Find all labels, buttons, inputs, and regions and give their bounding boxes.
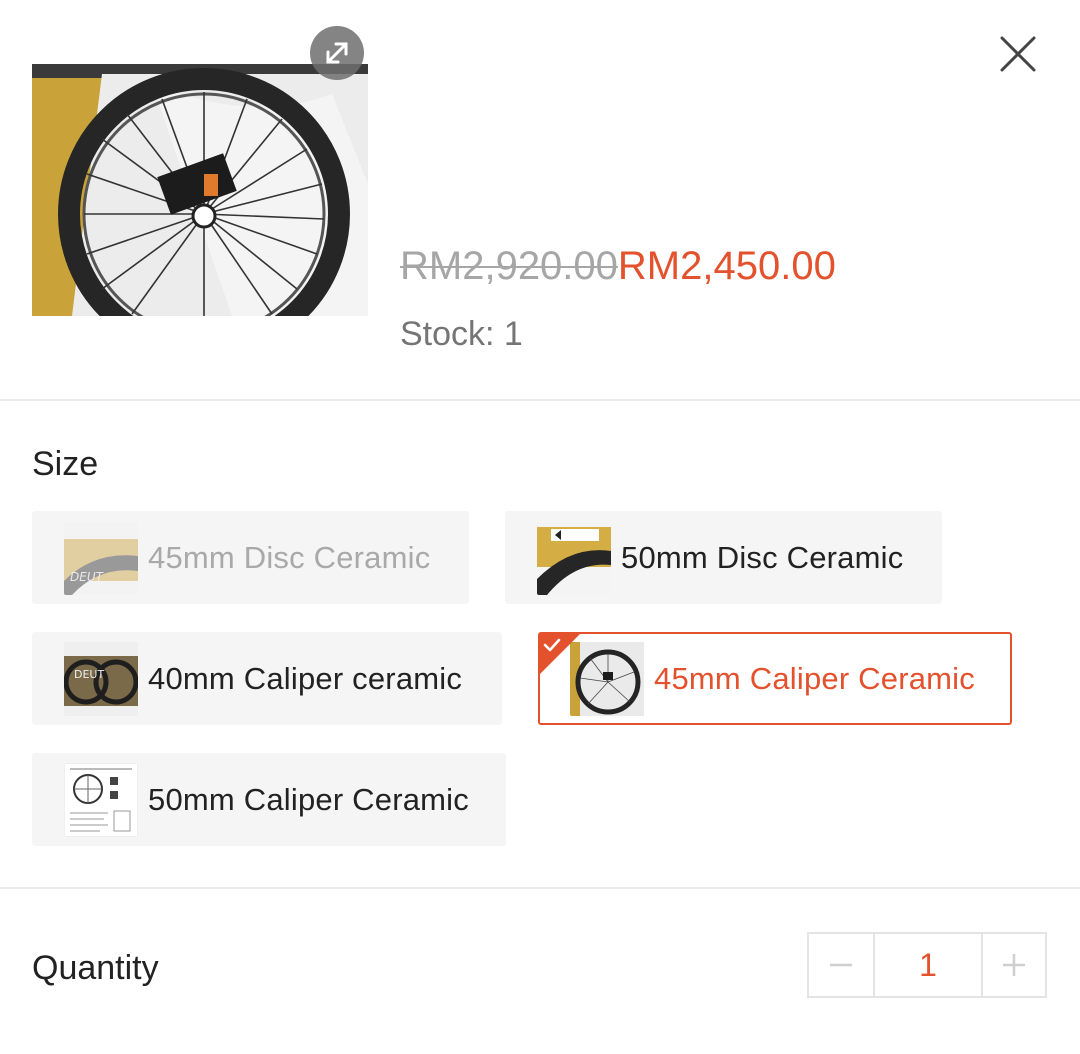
divider xyxy=(0,887,1080,889)
quantity-stepper: 1 xyxy=(807,932,1047,998)
close-icon xyxy=(1000,36,1036,72)
original-price: RM2,920.00 xyxy=(400,244,618,288)
option-label: 40mm Caliper ceramic xyxy=(148,660,463,696)
product-image[interactable] xyxy=(32,64,368,316)
price-row: RM2,920.00RM2,450.00 xyxy=(400,240,836,292)
close-button[interactable] xyxy=(994,30,1042,78)
quantity-title: Quantity xyxy=(32,949,159,987)
svg-text:DEUT: DEUT xyxy=(74,668,104,681)
expand-button[interactable] xyxy=(310,26,364,80)
option-label: 45mm Disc Ceramic xyxy=(148,539,431,575)
sale-price: RM2,450.00 xyxy=(617,244,836,288)
option-thumbnail xyxy=(64,762,138,837)
size-option-50mm-disc-ceramic[interactable]: 50mm Disc Ceramic xyxy=(505,511,942,604)
quantity-decrease-button[interactable] xyxy=(809,934,875,996)
quantity-input[interactable]: 1 xyxy=(875,934,983,996)
option-label: 45mm Caliper Ceramic xyxy=(654,660,975,696)
size-option-45mm-disc-ceramic[interactable]: DEUT 45mm Disc Ceramic xyxy=(32,511,469,604)
size-option-50mm-caliper-ceramic[interactable]: 50mm Caliper Ceramic xyxy=(32,753,506,846)
option-thumbnail xyxy=(537,520,611,595)
wheel-photo xyxy=(32,64,368,316)
plus-icon xyxy=(1003,954,1025,976)
minus-icon xyxy=(830,963,852,967)
option-label: 50mm Disc Ceramic xyxy=(621,539,904,575)
stock-count: Stock: 1 xyxy=(400,315,523,353)
size-section-title: Size xyxy=(32,445,99,483)
size-option-40mm-caliper-ceramic[interactable]: DEUT 40mm Caliper ceramic xyxy=(32,632,502,725)
expand-icon xyxy=(326,42,348,64)
checkmark-icon xyxy=(543,638,561,652)
svg-text:DEUT: DEUT xyxy=(70,570,105,584)
option-label: 50mm Caliper Ceramic xyxy=(148,781,469,817)
quantity-increase-button[interactable] xyxy=(983,934,1045,996)
option-thumbnail xyxy=(570,641,644,716)
option-thumbnail: DEUT xyxy=(64,641,138,716)
option-thumbnail: DEUT xyxy=(64,520,138,595)
size-option-45mm-caliper-ceramic[interactable]: 45mm Caliper Ceramic xyxy=(538,632,1012,725)
divider xyxy=(0,399,1080,401)
